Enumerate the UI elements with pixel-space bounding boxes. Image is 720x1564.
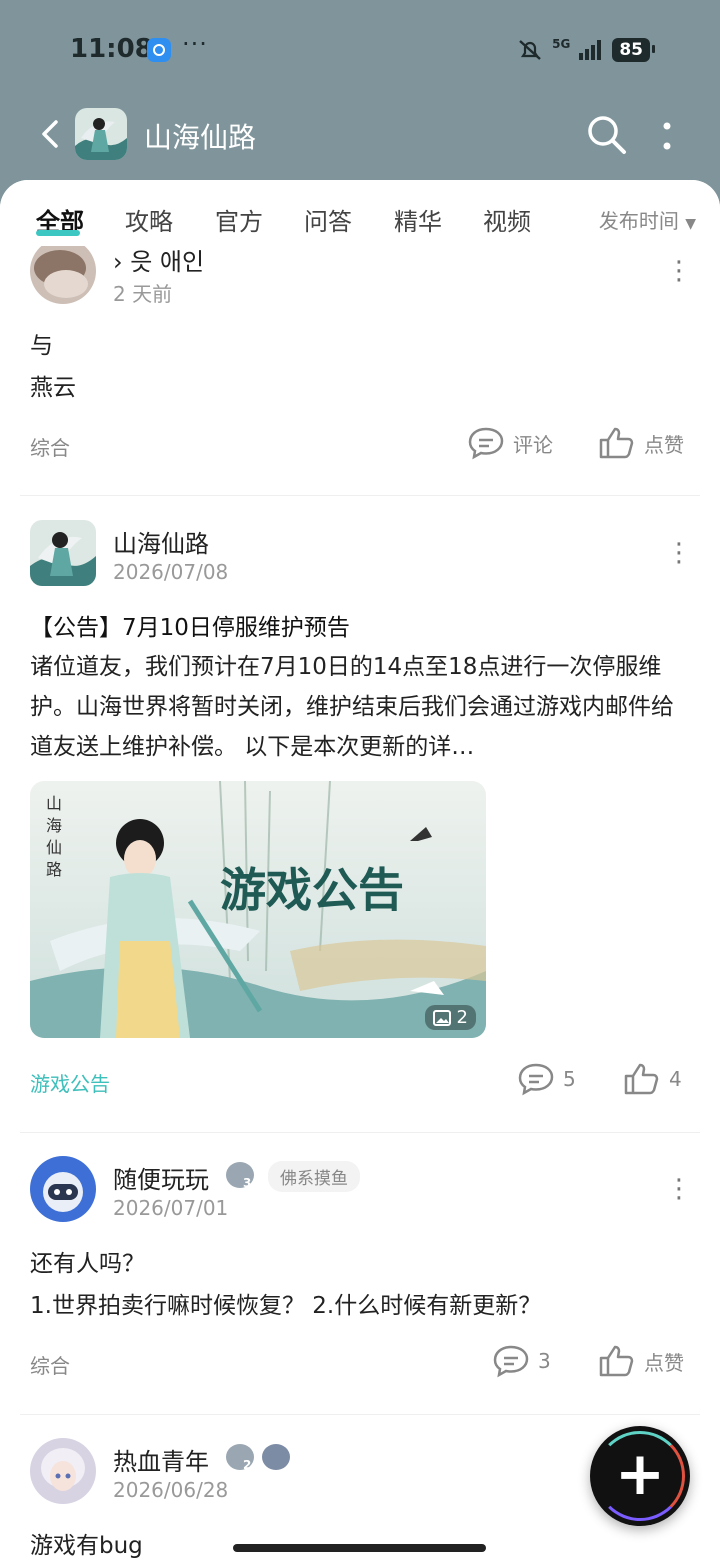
post-date: 2 天前 [113,282,173,306]
like-label: 点赞 [644,432,684,457]
tab-indicator [36,230,80,236]
post-text-line: 游戏有bug [30,1533,143,1559]
avatar[interactable] [30,520,96,586]
image-icon [432,1009,451,1026]
signal-icon [579,40,602,60]
post-date: 2026/07/01 [113,1196,229,1220]
plus-icon: + [614,1439,666,1509]
page-title: 山海仙路 [144,121,257,154]
comment-count: 5 [563,1067,576,1091]
post-tag[interactable]: 游戏公告 [30,1068,110,1097]
sort-label: 发布时间 [598,209,679,233]
author-name[interactable]: 随便玩玩 [113,1160,209,1195]
tab-guides[interactable]: 攻略 [125,202,173,237]
tab-featured[interactable]: 精华 [394,202,442,237]
post-date: 2026/07/08 [113,560,229,584]
divider [20,1132,700,1133]
back-icon[interactable] [32,114,72,154]
post-text-line: 燕云 [30,375,76,401]
avatar[interactable] [30,1438,96,1504]
content-sheet: › 읏 애인 2 天前 与 燕云 综合 评论 点赞 [0,180,720,1564]
like-icon [624,1063,659,1095]
home-indicator[interactable] [233,1544,486,1552]
comment-label: 评论 [513,432,553,457]
level-number: 2 [243,1458,252,1472]
post-menu-icon[interactable] [666,1174,692,1206]
image-count: 2 [456,1007,468,1028]
author-name[interactable]: › 읏 애인 [113,242,204,277]
divider [20,1414,700,1415]
avatar[interactable] [30,1156,96,1222]
category-tabs: 全部 攻略 官方 问答 精华 视频 发布时间 ▼ [0,180,720,246]
user-title-badge: 佛系摸鱼 [268,1161,360,1192]
post-text-line: 还有人吗？ [30,1251,145,1277]
tab-qa[interactable]: 问答 [304,202,352,237]
post-body[interactable]: 诸位道友，我们预计在7月10日的14点至18点进行一次停服维护。山海世界将暂时关… [30,647,690,767]
comment-icon [493,1345,529,1378]
post-title[interactable]: 【公告】7月10日停服维护预告 [30,608,350,642]
avatar[interactable] [30,238,96,304]
status-indicators: 5G 85 [516,36,655,64]
tab-official[interactable]: 官方 [215,202,263,237]
like-button[interactable]: 4 [623,1062,682,1096]
post-text-line: 1.世界拍卖行嘛时候恢复？ 2.什么时候有新更新？ [30,1293,542,1319]
comment-button[interactable]: 3 [492,1344,551,1378]
banner-text: 游戏公告 [220,863,404,917]
author-name[interactable]: 热血青年 [113,1442,209,1477]
like-button[interactable]: 点赞 [598,426,684,460]
medal-icon [262,1444,290,1470]
status-dots: ··· [182,30,208,58]
author-name[interactable]: 山海仙路 [113,524,209,559]
post-tag[interactable]: 综合 [30,432,70,461]
like-icon [599,1345,634,1377]
more-icon[interactable] [652,116,682,156]
browser-icon [147,38,171,62]
level-number: 3 [243,1176,252,1190]
comment-count: 3 [538,1349,551,1373]
post-tag[interactable]: 综合 [30,1350,70,1379]
comment-icon [518,1063,554,1096]
image-count-badge: 2 [424,1005,476,1030]
comment-button[interactable]: 5 [517,1062,576,1096]
post-menu-icon[interactable] [666,256,692,288]
divider [20,495,700,496]
search-icon[interactable] [584,112,628,156]
tab-videos[interactable]: 视频 [483,202,531,237]
game-icon[interactable] [75,108,127,160]
caret-down-icon: ▼ [685,216,696,232]
announcement-image[interactable]: 山海仙路 游戏公告 2 [30,781,486,1038]
like-label: 点赞 [644,1350,684,1375]
create-post-button[interactable]: + [590,1426,690,1526]
comment-button[interactable]: 评论 [467,426,553,460]
status-bar: 11:08 ··· 5G 85 [0,0,720,100]
like-count: 4 [669,1067,682,1091]
mute-icon [519,40,541,60]
battery-indicator: 85 [612,38,655,62]
sort-dropdown[interactable]: 发布时间 ▼ [599,205,696,234]
status-time: 11:08 [70,34,153,64]
post-menu-icon[interactable] [666,538,692,570]
post-text-line: 与 [30,333,53,359]
network-type: 5G [552,37,571,51]
post-date: 2026/06/28 [113,1478,229,1502]
like-icon [599,427,634,459]
comment-icon [468,427,504,460]
like-button[interactable]: 点赞 [598,1344,684,1378]
